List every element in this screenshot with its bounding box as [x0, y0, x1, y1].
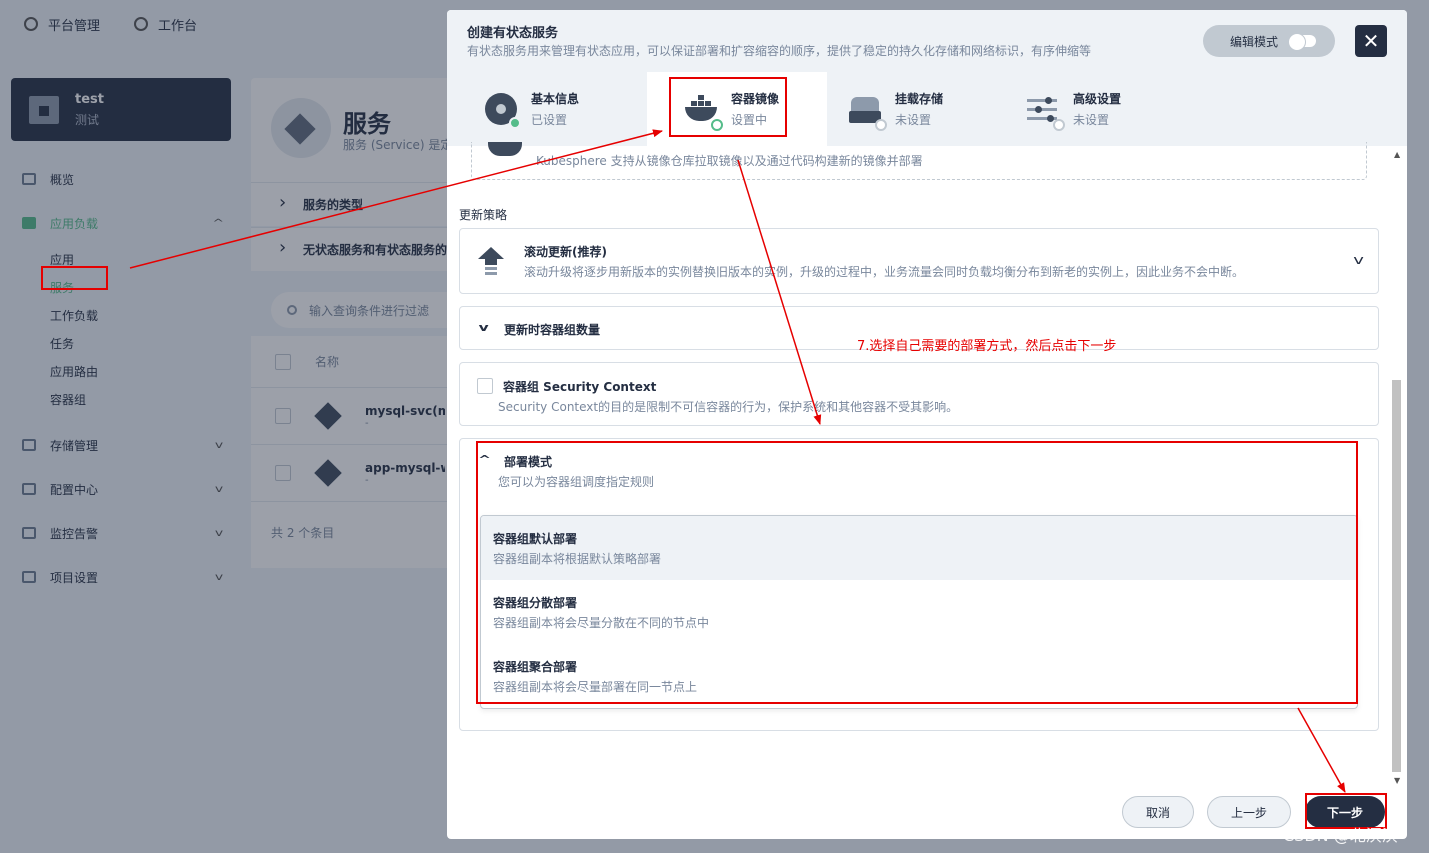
modal-desc: 有状态服务用来管理有状态应用，可以保证部署和扩容缩容的顺序，提供了稳定的持久化存…	[467, 44, 1092, 58]
modal-title: 创建有状态服务	[467, 26, 559, 41]
previous-button[interactable]: 上一步	[1207, 796, 1291, 828]
disc-icon	[485, 93, 521, 129]
step-status: 已设置	[531, 113, 568, 127]
chevron-down-icon: v	[478, 321, 489, 334]
step-pending-icon	[1053, 119, 1065, 131]
step-basic-info[interactable]: 基本信息 已设置	[447, 72, 627, 146]
scroll-up-icon[interactable]: ▲	[1394, 150, 1400, 159]
security-context-checkbox[interactable]	[477, 378, 493, 394]
edit-mode-label: 编辑模式	[1230, 34, 1279, 49]
annotation-text: 7.选择自己需要的部署方式，然后点击下一步	[857, 339, 1117, 354]
strategy-title: 滚动更新(推荐)	[524, 245, 607, 259]
toggle-switch-icon	[1288, 33, 1317, 51]
watermark: CSDN @北溟溟	[1283, 826, 1398, 845]
create-stateful-service-dialog: 创建有状态服务 有状态服务用来管理有状态应用，可以保证部署和扩容缩容的顺序，提供…	[447, 10, 1407, 839]
wizard-steps: 基本信息 已设置 容器镜像 设置中 挂载存储 未设置 高级设置 未设置	[447, 72, 1407, 146]
step-advanced-settings[interactable]: 高级设置 未设置	[989, 72, 1169, 146]
step-mount-storage[interactable]: 挂载存储 未设置	[811, 72, 991, 146]
step-title: 挂载存储	[895, 92, 944, 106]
highlight-box-deploy-mode	[476, 441, 1358, 704]
step-status: 未设置	[895, 113, 932, 127]
security-title: 容器组 Security Context	[503, 380, 657, 394]
highlight-box-container-image	[669, 77, 787, 137]
replicas-title: 更新时容器组数量	[504, 323, 601, 337]
rolling-update-icon	[478, 247, 504, 277]
modal-scrollbar[interactable]: ▲ ▼	[1391, 146, 1403, 786]
cancel-button[interactable]: 取消	[1122, 796, 1194, 828]
step-title: 基本信息	[531, 92, 580, 106]
scroll-down-icon[interactable]: ▼	[1394, 776, 1400, 785]
image-hint-box: Kubesphere 支持从镜像仓库拉取镜像以及通过代码构建新的镜像并部署	[471, 142, 1367, 180]
scrollbar-thumb[interactable]	[1392, 380, 1401, 772]
security-desc: Security Context的目的是限制不可信容器的行为，保护系统和其他容器…	[498, 400, 959, 414]
step-status: 未设置	[1073, 113, 1110, 127]
update-strategy-label: 更新策略	[459, 208, 508, 222]
modal-header: 创建有状态服务 有状态服务用来管理有状态应用，可以保证部署和扩容缩容的顺序，提供…	[447, 10, 1407, 146]
edit-mode-toggle[interactable]: 编辑模式	[1203, 25, 1335, 57]
security-context-section: 容器组 Security Context Security Context的目的…	[459, 362, 1379, 426]
step-done-icon	[509, 117, 521, 129]
image-hint-text: Kubesphere 支持从镜像仓库拉取镜像以及通过代码构建新的镜像并部署	[536, 154, 923, 168]
disk-icon	[849, 93, 887, 131]
close-button[interactable]: ✕	[1355, 25, 1387, 57]
docker-whale-icon	[488, 142, 522, 156]
chevron-down-icon: v	[1353, 253, 1364, 267]
update-strategy-select[interactable]: 滚动更新(推荐) 滚动升级将逐步用新版本的实例替换旧版本的实例，升级的过程中，业…	[459, 228, 1379, 294]
highlight-box-services	[41, 266, 108, 290]
step-title: 高级设置	[1073, 92, 1122, 106]
strategy-desc: 滚动升级将逐步用新版本的实例替换旧版本的实例，升级的过程中，业务流量会同时负载均…	[524, 265, 1245, 279]
step-pending-icon	[875, 119, 887, 131]
sliders-icon	[1027, 93, 1065, 131]
